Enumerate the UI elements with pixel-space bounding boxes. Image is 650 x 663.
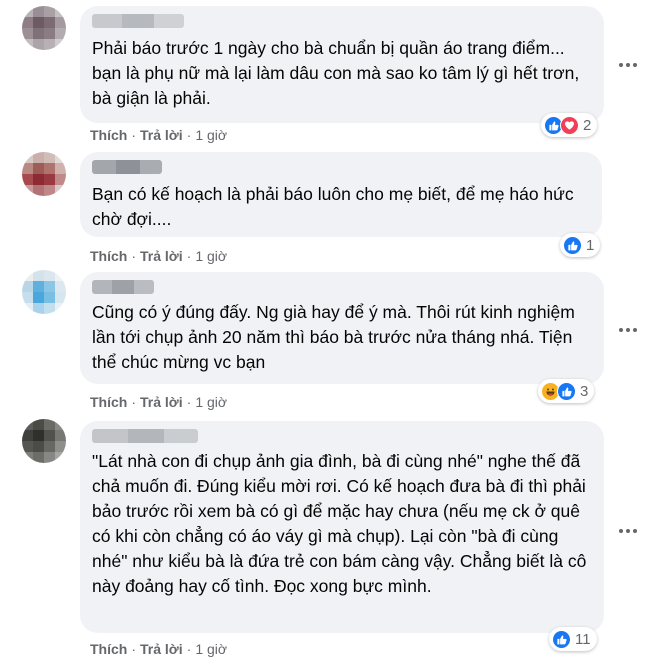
like-icon	[563, 235, 582, 255]
love-icon	[560, 115, 579, 135]
comment-text: "Lát nhà con đi chụp ảnh gia đình, bà đi…	[92, 451, 587, 596]
comment-actions: Thích · Trả lời · 1 giờ	[90, 394, 228, 410]
reply-link[interactable]: Trả lời	[140, 248, 183, 264]
like-link[interactable]: Thích	[90, 394, 127, 410]
more-dot-icon	[619, 63, 623, 67]
like-icon	[552, 629, 571, 649]
avatar[interactable]	[22, 419, 66, 463]
comment-text: Cũng có ý đúng đấy. Ng già hay để ý mà. …	[92, 302, 575, 372]
author-name[interactable]	[92, 429, 198, 443]
comment-bubble: "Lát nhà con đi chụp ảnh gia đình, bà đi…	[80, 421, 604, 633]
comment-time[interactable]: 1 giờ	[195, 394, 227, 410]
more-options-button[interactable]	[614, 316, 642, 344]
comment-actions: Thích · Trả lời · 1 giờ	[90, 127, 228, 143]
comment-actions: Thích · Trả lời · 1 giờ	[90, 641, 228, 657]
more-dot-icon	[619, 529, 623, 533]
reaction-summary[interactable]: 2	[541, 113, 598, 137]
comment-text: Phải báo trước 1 ngày cho bà chuẩn bị qu…	[92, 38, 580, 108]
comment-time[interactable]: 1 giờ	[195, 641, 227, 657]
more-options-button[interactable]	[614, 51, 642, 79]
more-dot-icon	[619, 328, 623, 332]
reply-link[interactable]: Trả lời	[140, 394, 183, 410]
reaction-summary[interactable]: 1	[560, 233, 601, 257]
reply-link[interactable]: Trả lời	[140, 127, 183, 143]
comment-bubble: Cũng có ý đúng đấy. Ng già hay để ý mà. …	[80, 272, 604, 384]
comment-bubble: Bạn có kế hoạch là phải báo luôn cho mẹ …	[80, 152, 602, 237]
more-options-button[interactable]	[614, 517, 642, 545]
avatar[interactable]	[22, 152, 66, 196]
comment-time[interactable]: 1 giờ	[195, 127, 227, 143]
reply-link[interactable]: Trả lời	[140, 641, 183, 657]
avatar[interactable]	[22, 270, 66, 314]
reaction-count: 2	[583, 116, 592, 134]
like-link[interactable]: Thích	[90, 248, 127, 264]
reaction-summary[interactable]: 11	[549, 627, 597, 651]
avatar[interactable]	[22, 6, 66, 50]
comment-bubble: Phải báo trước 1 ngày cho bà chuẩn bị qu…	[80, 6, 604, 123]
reaction-count: 1	[586, 236, 595, 254]
like-link[interactable]: Thích	[90, 127, 127, 143]
reaction-count: 11	[575, 630, 591, 648]
comment-time[interactable]: 1 giờ	[195, 248, 227, 264]
author-name[interactable]	[92, 14, 184, 28]
author-name[interactable]	[92, 160, 162, 174]
author-name[interactable]	[92, 280, 154, 294]
like-icon	[557, 381, 576, 401]
comment-text: Bạn có kế hoạch là phải báo luôn cho mẹ …	[92, 184, 574, 229]
reaction-summary[interactable]: 3	[538, 379, 595, 403]
reaction-count: 3	[580, 382, 589, 400]
comment-actions: Thích · Trả lời · 1 giờ	[90, 248, 228, 264]
like-link[interactable]: Thích	[90, 641, 127, 657]
